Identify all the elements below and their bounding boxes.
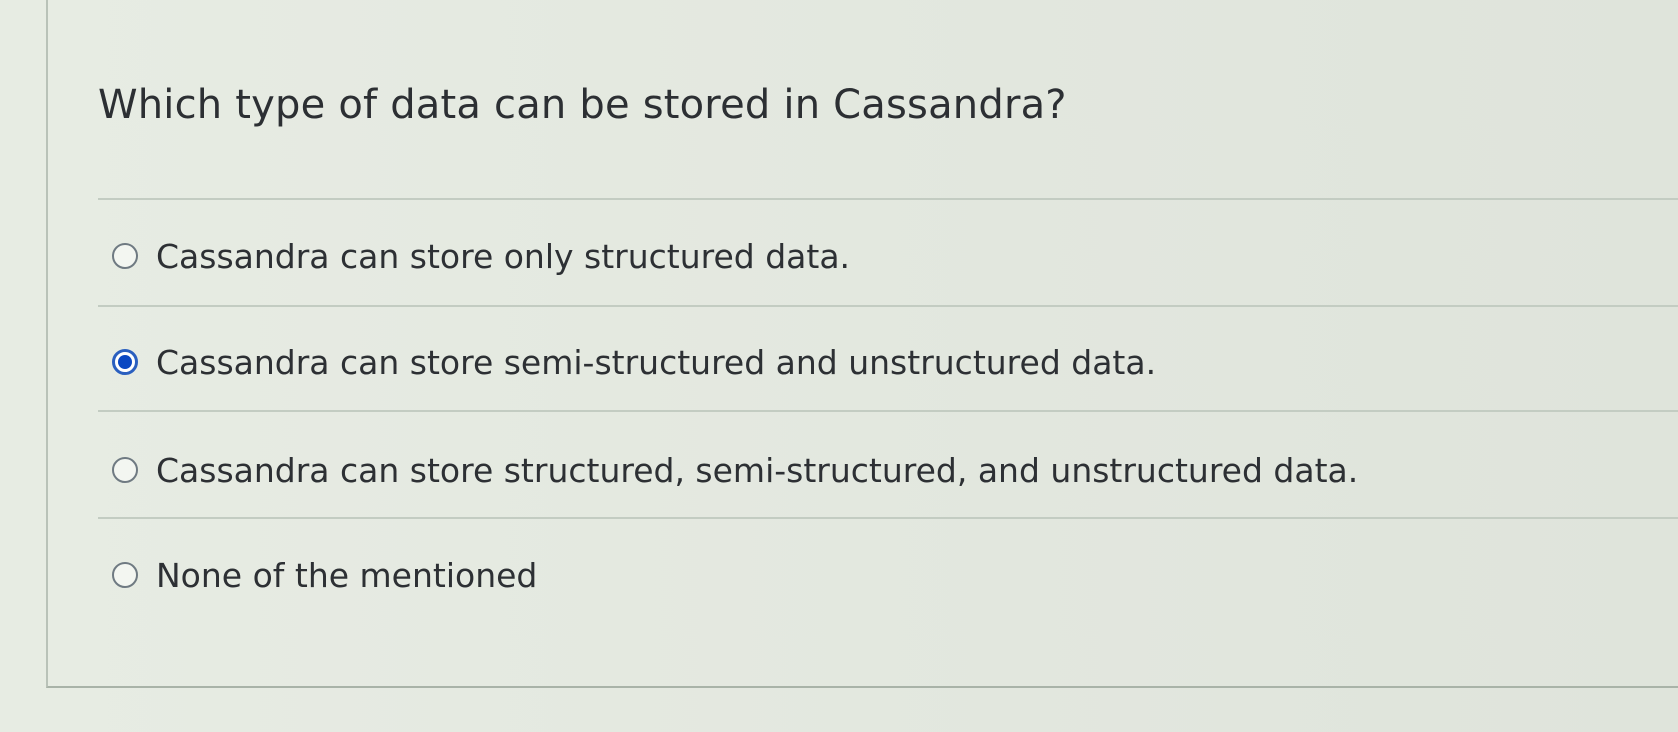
radio-button-4[interactable] bbox=[112, 562, 138, 588]
option-2-label: Cassandra can store semi-structured and … bbox=[156, 342, 1157, 382]
divider bbox=[98, 198, 1678, 200]
screen: Which type of data can be stored in Cass… bbox=[0, 0, 1678, 732]
divider bbox=[98, 517, 1678, 519]
option-1-label: Cassandra can store only structured data… bbox=[156, 236, 851, 276]
radio-button-2-selected[interactable] bbox=[112, 349, 138, 375]
option-4-label: None of the mentioned bbox=[156, 555, 538, 595]
option-3[interactable]: Cassandra can store structured, semi-str… bbox=[112, 446, 1358, 494]
radio-button-1[interactable] bbox=[112, 243, 138, 269]
option-4[interactable]: None of the mentioned bbox=[112, 551, 537, 599]
option-3-label: Cassandra can store structured, semi-str… bbox=[156, 450, 1359, 490]
divider bbox=[98, 305, 1678, 307]
question-card: Which type of data can be stored in Cass… bbox=[46, 0, 1678, 688]
question-text: Which type of data can be stored in Cass… bbox=[98, 82, 1067, 128]
divider bbox=[98, 410, 1678, 412]
radio-button-3[interactable] bbox=[112, 457, 138, 483]
option-2[interactable]: Cassandra can store semi-structured and … bbox=[112, 338, 1156, 386]
option-1[interactable]: Cassandra can store only structured data… bbox=[112, 232, 850, 280]
